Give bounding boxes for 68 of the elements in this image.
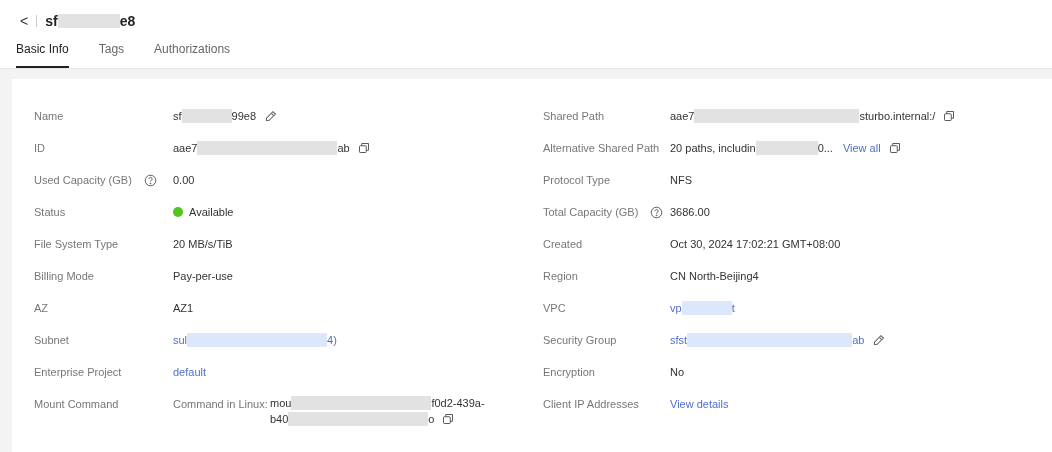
field-label: Name <box>34 109 64 124</box>
edit-icon[interactable] <box>872 333 886 347</box>
field-label: Alternative Shared Path <box>543 141 660 156</box>
field-label: Region <box>543 269 578 284</box>
field-label: VPC <box>543 301 566 316</box>
value-text: AZ1 <box>173 301 194 316</box>
field-label: Shared Path <box>543 109 605 124</box>
value-link[interactable]: ab <box>852 331 865 349</box>
field-label: AZ <box>34 301 49 316</box>
value-link[interactable]: View details <box>670 395 729 413</box>
field-label: Protocol Type <box>543 173 611 188</box>
value-text: NFS <box>670 173 692 188</box>
value-text: No <box>670 365 685 380</box>
redaction-blur <box>755 141 818 155</box>
redaction-blur <box>681 301 732 315</box>
view-all-link[interactable]: View all <box>842 139 881 157</box>
value-text: 20 paths, includin <box>670 141 756 156</box>
field-label: Used Capacity (GB) <box>34 173 132 188</box>
value-text: CN North-Beijing4 <box>670 269 759 284</box>
help-icon[interactable] <box>143 173 157 187</box>
copy-icon[interactable] <box>357 142 370 154</box>
field-label: Billing Mode <box>34 269 94 284</box>
field-label: Enterprise Project <box>34 365 122 380</box>
value-link[interactable]: default <box>173 363 207 381</box>
value-text: sf <box>173 109 182 124</box>
redaction-blur <box>57 14 120 28</box>
value-text: ab <box>337 141 350 156</box>
value-text: b40 <box>270 412 289 427</box>
page-title: sf <box>45 12 58 30</box>
tab[interactable]: Authorizations <box>154 34 231 68</box>
value-text: 0... <box>817 141 833 156</box>
value-link[interactable]: vp <box>670 299 682 317</box>
value-text: sturbo.internal:/ <box>859 109 936 124</box>
redaction-blur <box>181 109 232 123</box>
value-link[interactable]: sul <box>173 331 188 349</box>
value-text: aae7 <box>670 109 695 124</box>
field-label: ID <box>34 141 45 156</box>
copy-icon[interactable] <box>943 110 956 122</box>
back-button[interactable]: < <box>20 12 29 30</box>
field-label: Encryption <box>543 365 595 380</box>
value-text: f0d2-439a- <box>431 396 485 411</box>
value-link[interactable]: sfst <box>670 331 688 349</box>
field-label: Created <box>543 237 583 252</box>
field-label: Total Capacity (GB) <box>543 205 639 220</box>
field-label: Client IP Addresses <box>543 397 639 412</box>
value-text: aae7 <box>173 141 198 156</box>
field-label: Mount Command <box>34 397 119 412</box>
value-text: 3686.00 <box>670 205 710 220</box>
value-text: 99e8 <box>231 109 257 124</box>
value-text: 0.00 <box>173 173 195 188</box>
page-title: e8 <box>119 12 136 30</box>
value-text: Oct 30, 2024 17:02:21 GMT+08:00 <box>670 237 841 252</box>
tab[interactable]: Tags <box>98 34 125 68</box>
value-text: Pay-per-use <box>173 269 233 284</box>
field-label: Subnet <box>34 333 69 348</box>
value-text: Available <box>189 205 234 220</box>
value-text: o <box>428 412 435 427</box>
copy-icon[interactable] <box>442 413 455 425</box>
field-label: Security Group <box>543 333 617 348</box>
field-label: Status <box>34 205 66 220</box>
copy-icon[interactable] <box>888 142 901 154</box>
value-link[interactable]: 4) <box>327 331 337 349</box>
field-label: File System Type <box>34 237 119 252</box>
value-text: mou <box>270 396 292 411</box>
value-text: 20 MB/s/TiB <box>173 237 233 252</box>
help-icon[interactable] <box>650 205 664 219</box>
sublabel: Command in Linux: <box>173 397 269 412</box>
edit-icon[interactable] <box>264 109 278 123</box>
